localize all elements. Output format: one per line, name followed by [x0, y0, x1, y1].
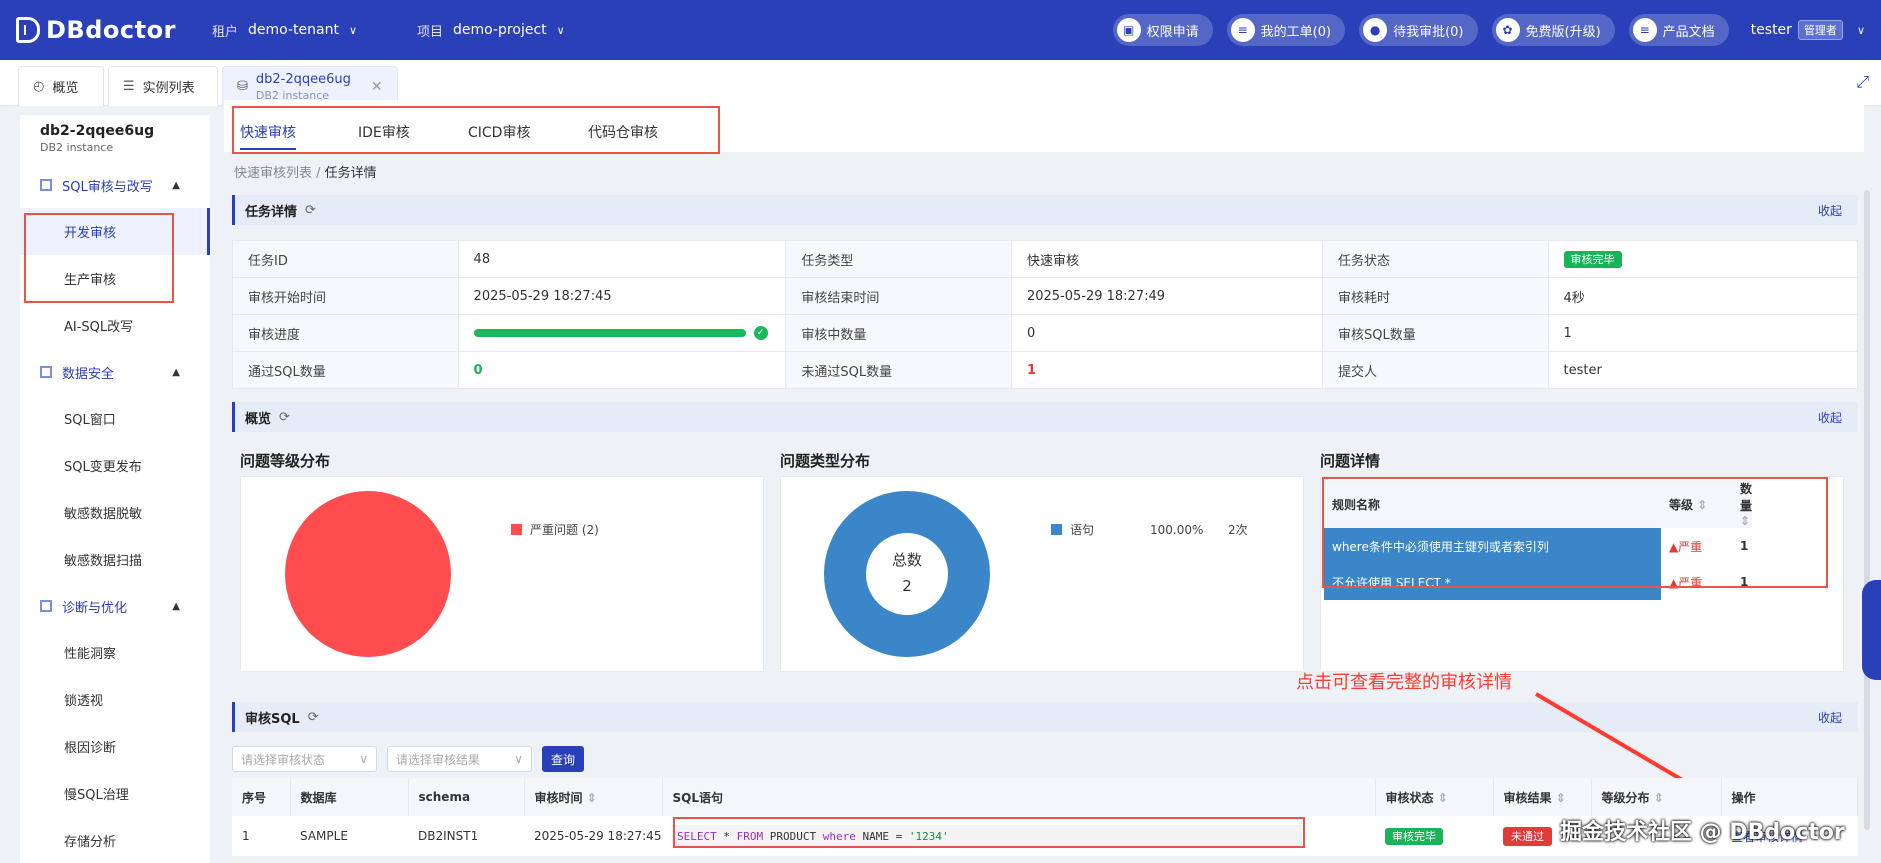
fullscreen-icon[interactable]: ⤢: [1856, 72, 1869, 92]
chevron-down-icon: ∨: [359, 752, 368, 766]
gear-icon: ✿: [1495, 18, 1520, 42]
highlight-box: [1322, 477, 1828, 588]
refresh-icon[interactable]: ⟳: [305, 203, 316, 218]
task-info-table: 任务ID 48 任务类型 快速审核 任务状态 审核完毕 审核开始时间 2025-05-2…: [232, 240, 1859, 389]
donut-center-label: 总数: [891, 551, 922, 569]
sidebar-item-storage[interactable]: 存储分析: [20, 817, 210, 863]
book-icon: ≡: [1632, 18, 1657, 42]
type-dist-panel: 总数 2 语句 100.00% 2次: [780, 476, 1304, 672]
annotation-text: 点击可查看完整的审核详情: [1296, 672, 1512, 693]
sort-icon[interactable]: ⇕: [587, 791, 597, 805]
dashboard-icon: ◴: [33, 79, 45, 94]
type-donut-chart: [824, 491, 990, 657]
sort-icon[interactable]: ⇕: [1438, 791, 1448, 805]
my-tickets-button[interactable]: ≡ 我的工单(0): [1226, 14, 1346, 46]
permission-request-button[interactable]: ▣ 权限申请: [1112, 14, 1213, 46]
close-icon[interactable]: ✕: [371, 79, 383, 95]
grid-icon: [40, 600, 52, 612]
tab-overview[interactable]: ◴ 概览: [18, 66, 104, 106]
chevron-down-icon: ∨: [348, 23, 358, 37]
donut-center-value: 2: [902, 577, 912, 595]
sidebar-item-ai-rewrite[interactable]: AI-SQL改写: [20, 302, 210, 349]
collapse-link[interactable]: 收起: [1818, 409, 1842, 426]
product-docs-button[interactable]: ≡ 产品文档: [1628, 14, 1729, 46]
breadcrumb-parent[interactable]: 快速审核列表: [234, 166, 312, 181]
chevron-down-icon: ∨: [1856, 23, 1865, 37]
sidebar-group-sql-audit[interactable]: SQL审核与改写 ▲: [20, 162, 210, 208]
logo-icon: [16, 17, 40, 43]
legend-statement: 语句 100.00% 2次: [1051, 521, 1248, 538]
grid-icon: [40, 366, 52, 378]
sidebar-item-lock[interactable]: 锁透视: [20, 676, 210, 723]
sort-icon[interactable]: ⇕: [1654, 791, 1664, 805]
user-menu[interactable]: tester 管理者 ∨: [1751, 20, 1865, 40]
project-selector[interactable]: 项目 demo-project ∨: [417, 21, 565, 40]
sql-filters: 请选择审核状态 ∨ 请选择审核结果 ∨ 查询: [232, 746, 585, 772]
progress-bar: [473, 329, 746, 337]
result-badge: 未通过: [1503, 827, 1552, 846]
scrollbar[interactable]: [1864, 190, 1870, 830]
sidebar-item-root-cause[interactable]: 根因诊断: [20, 723, 210, 770]
lock-icon: ▣: [1116, 18, 1141, 42]
chevron-up-icon: ▲: [172, 366, 180, 378]
sidebar-group-data-security[interactable]: 数据安全 ▲: [20, 349, 210, 395]
query-button[interactable]: 查询: [542, 746, 585, 772]
role-badge: 管理者: [1797, 20, 1843, 40]
type-dist-title: 问题类型分布: [780, 452, 871, 470]
grid-icon: [40, 179, 52, 191]
check-icon: ✓: [753, 326, 768, 340]
refresh-icon[interactable]: ⟳: [279, 410, 290, 425]
level-pie-chart: [285, 491, 451, 657]
legend-severe: 严重问题 (2): [511, 521, 599, 538]
user-icon: ●: [1363, 18, 1388, 42]
issue-detail-title: 问题详情: [1320, 452, 1381, 470]
sidebar-item-perf[interactable]: 性能洞察: [20, 629, 210, 676]
highlight-box: [24, 213, 174, 303]
sort-icon[interactable]: ⇕: [1556, 791, 1566, 805]
pending-approval-button[interactable]: ● 待我审批(0): [1359, 14, 1478, 46]
audit-status-select[interactable]: 请选择审核状态 ∨: [232, 746, 377, 772]
highlight-box: [232, 106, 720, 154]
donut-slice-statement: [824, 491, 990, 657]
legend-swatch: [1051, 524, 1062, 535]
logo[interactable]: DBdoctor: [16, 16, 196, 44]
database-icon: ⛁: [237, 79, 248, 94]
audit-result-select[interactable]: 请选择审核结果 ∨: [387, 746, 532, 772]
instance-title: db2-2qqee6ug DB2 instance: [40, 123, 155, 154]
tenant-selector[interactable]: 租户 demo-tenant ∨: [212, 21, 357, 40]
sidebar-item-masking[interactable]: 敏感数据脱敏: [20, 489, 210, 536]
highlight-box: [673, 817, 1305, 848]
breadcrumb: 快速审核列表 / 任务详情: [234, 166, 377, 181]
collapse-link[interactable]: 收起: [1818, 709, 1842, 726]
pie-slice-severe: [285, 491, 451, 657]
tab-instances[interactable]: ☰ 实例列表: [108, 66, 218, 106]
chevron-down-icon: ∨: [514, 752, 523, 766]
status-badge: 审核完毕: [1563, 251, 1622, 268]
sidebar-item-sql-release[interactable]: SQL变更发布: [20, 442, 210, 489]
chevron-down-icon: ∨: [556, 23, 565, 37]
sidebar-item-slow-sql[interactable]: 慢SQL治理: [20, 770, 210, 817]
server-icon: ☰: [123, 79, 135, 94]
document-icon: ≡: [1230, 18, 1255, 42]
top-bar: DBdoctor 租户 demo-tenant ∨ 项目 demo-project ∨ …: [0, 0, 1881, 60]
sidebar-item-scan[interactable]: 敏感数据扫描: [20, 536, 210, 583]
collapse-link[interactable]: 收起: [1818, 202, 1842, 219]
breadcrumb-current: 任务详情: [324, 166, 377, 181]
floating-assistant-button[interactable]: [1862, 580, 1881, 680]
refresh-icon[interactable]: ⟳: [308, 710, 319, 725]
section-overview: 概览 ⟳ 收起: [232, 402, 1858, 432]
legend-swatch: [511, 524, 522, 535]
chevron-up-icon: ▲: [172, 179, 180, 191]
section-task-detail: 任务详情 ⟳ 收起: [232, 195, 1858, 225]
chevron-up-icon: ▲: [172, 600, 180, 612]
sidebar-item-sql-window[interactable]: SQL窗口: [20, 395, 210, 442]
level-dist-panel: 严重问题 (2): [240, 476, 764, 672]
level-dist-title: 问题等级分布: [240, 452, 331, 470]
watermark: 掘金技术社区 @ DBdoctor: [1560, 820, 1845, 845]
sidebar-group-diagnosis[interactable]: 诊断与优化 ▲: [20, 583, 210, 629]
status-badge: 审核完毕: [1385, 828, 1443, 845]
upgrade-button[interactable]: ✿ 免费版(升级): [1491, 14, 1615, 46]
